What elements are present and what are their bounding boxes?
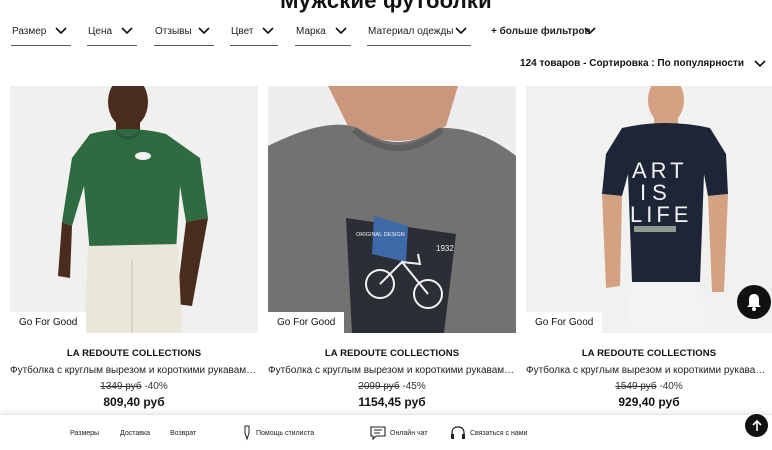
go-for-good-badge: Go For Good: [268, 312, 345, 333]
chevron-down-icon: [754, 59, 766, 67]
footer-delivery-label: Доставка: [120, 429, 151, 437]
bell-icon: [747, 294, 761, 311]
old-price-value: 2099 руб: [358, 381, 400, 392]
discount-value: -45%: [402, 381, 426, 392]
old-price-value: 1549 руб: [615, 381, 657, 392]
product-old-price: 2099 руб -45%: [268, 381, 516, 392]
discount-value: -40%: [659, 381, 683, 392]
product-card[interactable]: ART IS LIFE Go For Good LA REDOUTE COLLE…: [526, 86, 772, 409]
go-for-good-badge: Go For Good: [10, 312, 87, 333]
product-card[interactable]: Go For Good LA REDOUTE COLLECTIONS Футбо…: [10, 86, 258, 409]
results-separator: -: [583, 58, 587, 69]
results-count: 124 товаров: [520, 58, 581, 69]
footer-delivery[interactable]: Доставка: [120, 415, 150, 450]
footer-chat-label: Онлайн чат: [390, 429, 428, 437]
sort-bar[interactable]: 124 товаров - Сортировка : По популярнос…: [520, 58, 766, 69]
product-name[interactable]: Футболка с круглым вырезом и короткими р…: [526, 365, 772, 376]
product-image[interactable]: ORIGINAL DESIGN 1932 Go For Good: [268, 86, 516, 333]
poster-year-text: 1932: [436, 244, 454, 253]
product-card[interactable]: ORIGINAL DESIGN 1932 Go For Good LA REDO…: [268, 86, 516, 409]
filter-color-label: Цвет: [231, 26, 254, 37]
filter-price-label: Цена: [88, 26, 113, 37]
chevron-down-icon: [455, 27, 467, 35]
filter-size-label: Размер: [12, 26, 47, 37]
product-price: 1154,45 руб: [358, 395, 426, 409]
print-line-3: LIFE: [630, 202, 692, 227]
page-title: Мужские футболки: [280, 0, 492, 13]
arrow-up-icon: [751, 419, 762, 431]
footer-returns[interactable]: Возврат: [170, 415, 196, 450]
headset-icon: [451, 426, 465, 439]
filter-brand[interactable]: Марка: [295, 22, 351, 46]
footer-contact[interactable]: Связаться с нами: [450, 415, 527, 450]
footer-stylist[interactable]: Помощь стилиста: [242, 415, 314, 450]
stylist-icon: [244, 425, 250, 441]
filter-more[interactable]: + больше фильтров: [490, 22, 600, 46]
product-brand: LA REDOUTE COLLECTIONS: [324, 348, 460, 359]
footer-sizes[interactable]: Размеры: [70, 415, 99, 450]
discount-value: -40%: [144, 381, 168, 392]
poster-small-text: ORIGINAL DESIGN: [356, 232, 405, 238]
footer-contact-label: Связаться с нами: [470, 429, 528, 437]
footer-sizes-label: Размеры: [70, 429, 100, 437]
filter-reviews-label: Отзывы: [155, 26, 192, 37]
chevron-down-icon: [198, 27, 210, 35]
results-summary: 124 товаров - Сортировка : По популярнос…: [520, 58, 744, 69]
footer-bar: Размеры Доставка Возврат Помощь стилиста…: [0, 414, 772, 450]
product-name[interactable]: Футболка с круглым вырезом и короткими р…: [10, 365, 258, 376]
product-old-price: 1349 руб -40%: [10, 381, 258, 392]
scroll-to-top-button[interactable]: [745, 414, 768, 437]
chevron-down-icon: [121, 27, 133, 35]
product-image[interactable]: ART IS LIFE Go For Good: [526, 86, 772, 333]
filter-more-label: + больше фильтров: [491, 26, 591, 37]
chevron-down-icon: [262, 27, 274, 35]
footer-stylist-label: Помощь стилиста: [256, 429, 315, 437]
product-brand: LA REDOUTE COLLECTIONS: [581, 348, 717, 359]
filter-material[interactable]: Материал одежды: [367, 22, 471, 46]
filter-color[interactable]: Цвет: [230, 22, 278, 46]
go-for-good-badge: Go For Good: [526, 312, 603, 333]
product-price: 809,40 руб: [103, 395, 165, 409]
notification-bell-button[interactable]: [737, 285, 771, 319]
filter-price[interactable]: Цена: [87, 22, 137, 46]
product-old-price: 1549 руб -40%: [526, 381, 772, 392]
old-price-value: 1349 руб: [100, 381, 142, 392]
footer-chat[interactable]: Онлайн чат: [370, 415, 428, 450]
chevron-down-icon: [335, 27, 347, 35]
product-image[interactable]: Go For Good: [10, 86, 258, 333]
product-photo-grey-tshirt: ORIGINAL DESIGN 1932: [268, 86, 516, 333]
product-name[interactable]: Футболка с круглым вырезом и короткими р…: [268, 365, 516, 376]
product-price: 929,40 руб: [618, 395, 680, 409]
product-brand: LA REDOUTE COLLECTIONS: [66, 348, 202, 359]
filter-brand-label: Марка: [296, 26, 326, 37]
filter-size[interactable]: Размер: [11, 22, 71, 46]
chevron-down-icon: [55, 27, 67, 35]
filter-reviews[interactable]: Отзывы: [154, 22, 214, 46]
product-photo-green-tshirt: [10, 86, 258, 333]
sort-label: Сортировка : По популярности: [589, 58, 744, 69]
filter-material-label: Материал одежды: [368, 26, 454, 37]
footer-returns-label: Возврат: [170, 429, 197, 437]
chat-icon: [370, 426, 386, 440]
product-photo-navy-tshirt: ART IS LIFE: [526, 86, 772, 333]
chevron-down-icon: [584, 27, 596, 35]
